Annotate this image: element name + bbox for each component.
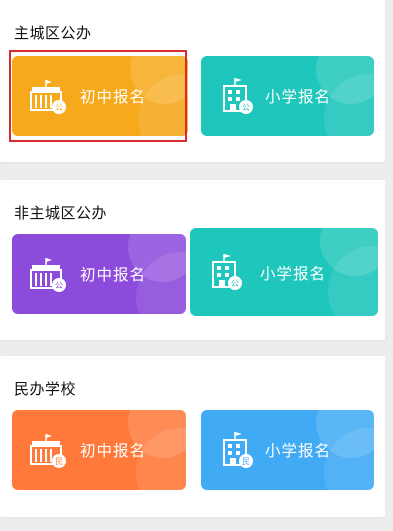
- section-main-city-public: 主城区公办 公 初中报名 公 小学报名: [0, 0, 385, 162]
- card-label: 小学报名: [265, 442, 332, 460]
- svg-text:公: 公: [242, 103, 250, 112]
- middle-school-building-icon: 公: [30, 80, 66, 114]
- card-label: 初中报名: [80, 88, 147, 106]
- section-title: 主城区公办: [14, 24, 92, 42]
- primary-school-registration-card[interactable]: 民 小学报名: [201, 410, 374, 490]
- svg-text:公: 公: [231, 279, 239, 288]
- middle-school-registration-card[interactable]: 公 初中报名: [12, 56, 188, 136]
- card-label: 初中报名: [80, 266, 147, 284]
- card-label: 小学报名: [265, 88, 332, 106]
- primary-school-building-icon: 公: [223, 78, 253, 114]
- primary-school-building-icon: 民: [223, 432, 253, 468]
- section-title: 非主城区公办: [14, 204, 108, 222]
- card-label: 小学报名: [260, 265, 327, 283]
- middle-school-registration-card[interactable]: 民 初中报名: [12, 410, 186, 490]
- svg-text:公: 公: [55, 281, 63, 290]
- middle-school-building-icon: 公: [30, 258, 66, 292]
- primary-school-registration-card[interactable]: 公 小学报名: [190, 228, 378, 316]
- section-non-main-city-public: 非主城区公办 公 初中报名 公 小学报名: [0, 180, 385, 340]
- svg-text:民: 民: [55, 457, 63, 466]
- svg-text:公: 公: [55, 103, 63, 112]
- middle-school-registration-card[interactable]: 公 初中报名: [12, 234, 186, 314]
- svg-text:民: 民: [242, 457, 250, 466]
- card-label: 初中报名: [80, 442, 147, 460]
- primary-school-registration-card[interactable]: 公 小学报名: [201, 56, 374, 136]
- section-title: 民办学校: [14, 380, 77, 398]
- section-private-schools: 民办学校 民 初中报名 民 小学报名: [0, 356, 385, 517]
- middle-school-building-icon: 民: [30, 434, 66, 468]
- primary-school-building-icon: 公: [212, 254, 242, 290]
